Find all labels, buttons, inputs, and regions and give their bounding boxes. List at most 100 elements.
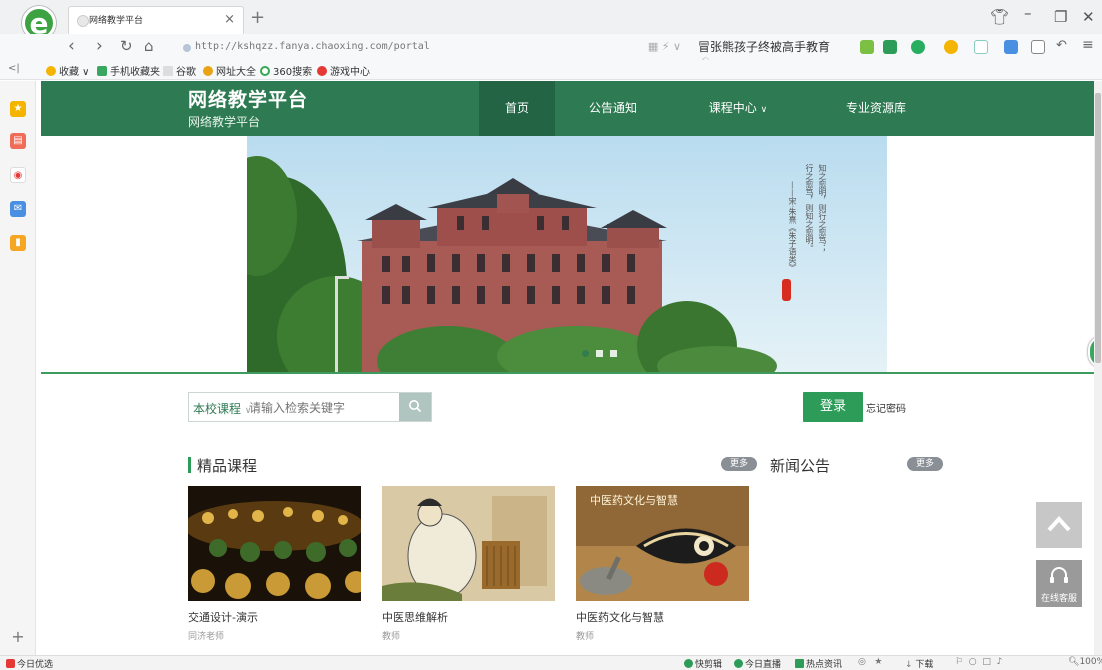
course-teacher: 同济老师	[188, 632, 225, 642]
news-icon	[795, 659, 804, 668]
nav-resource-library[interactable]: 专业资源库	[831, 81, 921, 136]
game-icon	[317, 66, 327, 76]
nav-announcements[interactable]: 公告通知	[571, 81, 655, 136]
phone-icon[interactable]	[1031, 40, 1045, 54]
hero-banner[interactable]: 知之愈明，则行之愈笃； 行之愈笃，则知之愈明。 ——宋·朱熹《朱子语类》	[247, 136, 887, 372]
login-button[interactable]: 登录	[803, 392, 863, 422]
menu-icon[interactable]: ≡	[1082, 37, 1094, 53]
url-tools-icon[interactable]: ▦ ⚡ ∨	[648, 40, 681, 53]
search-scope-label: 本校课程	[193, 402, 242, 416]
mail-icon[interactable]	[974, 40, 988, 54]
add-icon[interactable]: +	[10, 629, 26, 645]
customer-service-button[interactable]: 在线客服	[1036, 560, 1082, 607]
site-header: 网络教学平台 网络教学平台 首页 公告通知 课程中心 ∨ 专业资源库	[41, 81, 1094, 136]
restore-button[interactable]: ❐	[1054, 8, 1067, 26]
status-live[interactable]: 今日直播	[734, 657, 781, 670]
nav-home[interactable]: 首页	[479, 81, 555, 136]
forward-icon[interactable]: ›	[96, 36, 103, 56]
course-thumbnail[interactable]	[188, 486, 361, 601]
search-button[interactable]	[399, 393, 431, 421]
browser-status-bar: 今日优选 快剪辑 今日直播 热点资讯 ◎ ★ ↓ 下载 ⚐ ○ □ ♪ 🔍︎10…	[0, 655, 1102, 670]
nav-course-center-label: 课程中心	[708, 101, 757, 115]
course-teacher: 教师	[576, 632, 595, 642]
status-download[interactable]: ↓ 下载	[905, 657, 933, 670]
search-scope-select[interactable]: 本校课程 ∨	[193, 400, 251, 417]
bookmark-sites[interactable]: 网址大全	[203, 63, 256, 78]
section-marker	[188, 457, 191, 473]
status-quick-edit[interactable]: 快剪辑	[684, 657, 722, 670]
new-tab-button[interactable]: +	[250, 7, 265, 28]
banner-dot[interactable]	[609, 350, 617, 357]
page-scrollbar[interactable]	[1094, 81, 1102, 655]
bookmark-google[interactable]: 谷歌	[163, 63, 196, 78]
address-toolbar: ‹ › ↻ ⌂ http://kshqzz.fanya.chaoxing.com…	[0, 34, 1102, 69]
notes-icon[interactable]: ▤	[10, 133, 26, 149]
back-to-top-button[interactable]	[1036, 502, 1082, 548]
back-icon[interactable]: ‹	[68, 36, 75, 56]
featured-courses-title: 精品课程	[197, 457, 258, 475]
news-heading: 新闻公告	[770, 457, 831, 475]
course-name[interactable]: 交通设计-演示	[188, 609, 361, 625]
course-card[interactable]: 中医药文化与智慧 中医药文化与智慧 教师	[576, 486, 749, 642]
forgot-password-link[interactable]: 忘记密码	[866, 400, 906, 415]
browser-search-field[interactable]: 冒张熊孩子终被高手教育 🔍︎	[698, 38, 838, 69]
banner-pagination	[582, 346, 620, 360]
featured-more-button[interactable]: 更多	[721, 457, 757, 471]
star-icon	[46, 66, 56, 76]
status-hot-news[interactable]: 热点资讯	[795, 657, 842, 670]
mail-icon[interactable]: ✉	[10, 201, 26, 217]
reader-icon[interactable]	[860, 40, 874, 54]
scrollbar-thumb[interactable]	[1095, 93, 1101, 363]
reward-icon[interactable]	[944, 40, 958, 54]
banner-poem-source: ——宋·朱熹《朱子语类》	[788, 181, 797, 272]
undo-icon[interactable]: ↶	[1056, 38, 1067, 53]
course-search-bar: 本校课程 ∨	[188, 392, 432, 422]
banner-dot[interactable]	[595, 350, 603, 357]
url-field[interactable]: http://kshqzz.fanya.chaoxing.com/portal …	[175, 37, 685, 58]
tab-favicon-icon	[77, 15, 89, 27]
minimize-button[interactable]: –	[1024, 4, 1032, 22]
apps-icon[interactable]	[1004, 40, 1018, 54]
reload-icon[interactable]: ↻	[120, 37, 133, 55]
banner-poem-line-1: 知之愈明，则行之愈笃；	[818, 164, 827, 252]
bookmark-mobile[interactable]: 手机收藏夹	[97, 63, 160, 78]
bookmark-games[interactable]: 游戏中心	[317, 63, 370, 78]
course-thumbnail[interactable]	[382, 486, 555, 601]
gift-icon	[6, 659, 15, 668]
bookmarks-bar: <| 收藏 ∨ 手机收藏夹 谷歌 网址大全 360搜索 游戏中心	[0, 60, 1102, 80]
tab-title: 网络教学平台	[89, 16, 144, 26]
download-icon: ↓	[905, 660, 916, 670]
course-search-input[interactable]	[249, 398, 394, 418]
sidebar-toggle-icon[interactable]: <|	[8, 63, 20, 74]
traffic-design-image	[188, 486, 361, 601]
web-page: 网络教学平台 网络教学平台 首页 公告通知 课程中心 ∨ 专业资源库 知之愈明，…	[41, 81, 1094, 655]
home-icon[interactable]: ⌂	[144, 37, 154, 55]
bookmark-favorites[interactable]: 收藏 ∨	[46, 63, 90, 78]
course-name[interactable]: 中医药文化与智慧	[576, 609, 749, 625]
skin-icon[interactable]: 👕︎	[990, 8, 1009, 26]
tab-close-icon[interactable]: ×	[224, 12, 235, 27]
screenshot-icon[interactable]	[883, 40, 897, 54]
site-title[interactable]: 网络教学平台	[188, 85, 308, 112]
favorites-star-icon[interactable]: ★	[10, 101, 26, 117]
banner-poem-line-2: 行之愈笃，则知之愈明。	[805, 164, 814, 252]
today-picks[interactable]: 今日优选	[6, 657, 53, 670]
course-card[interactable]: 中医思维解析 教师	[382, 486, 555, 642]
course-name[interactable]: 中医思维解析	[382, 609, 555, 625]
status-misc-icons[interactable]: ⚐ ○ □ ♪	[955, 657, 1002, 667]
headset-icon	[1050, 567, 1068, 583]
zoom-level[interactable]: 🔍︎100%	[1068, 657, 1102, 667]
course-thumbnail[interactable]: 中医药文化与智慧	[576, 486, 749, 601]
weibo-icon[interactable]: ◉	[10, 167, 26, 183]
bookmark-360search[interactable]: 360搜索	[260, 63, 312, 78]
course-card[interactable]: 交通设计-演示 同济老师	[188, 486, 361, 642]
nav-course-center[interactable]: 课程中心 ∨	[693, 81, 783, 136]
browser-tab[interactable]: 网络教学平台 ×	[68, 6, 244, 34]
status-tools-icon[interactable]: ◎ ★	[858, 657, 883, 667]
banner-dot[interactable]	[582, 350, 589, 357]
chevron-up-icon	[1047, 516, 1071, 532]
close-window-button[interactable]: ✕	[1082, 8, 1095, 26]
news-more-button[interactable]: 更多	[907, 457, 943, 471]
translate-icon[interactable]	[911, 40, 925, 54]
bookmark-icon[interactable]: ▮	[10, 235, 26, 251]
